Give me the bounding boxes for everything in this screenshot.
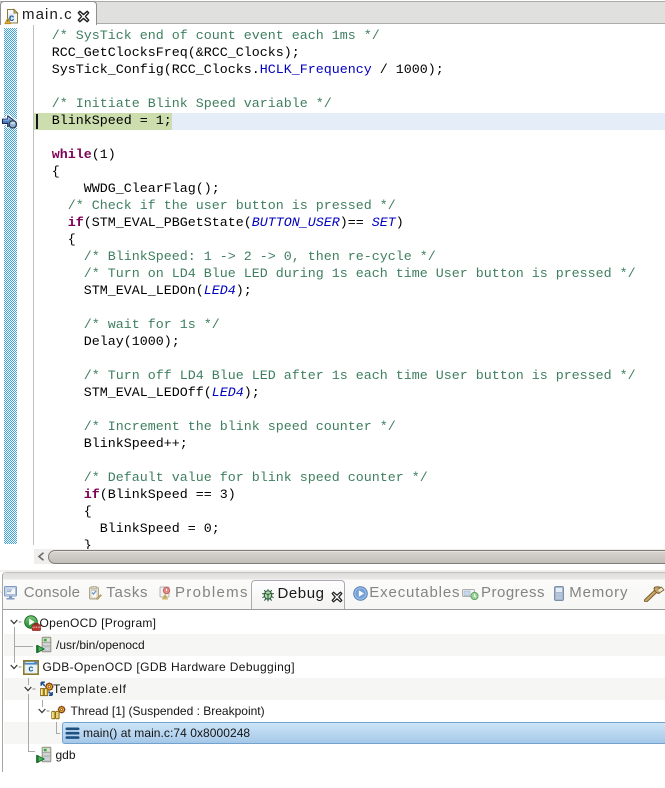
svg-text:c: c [28,664,33,674]
